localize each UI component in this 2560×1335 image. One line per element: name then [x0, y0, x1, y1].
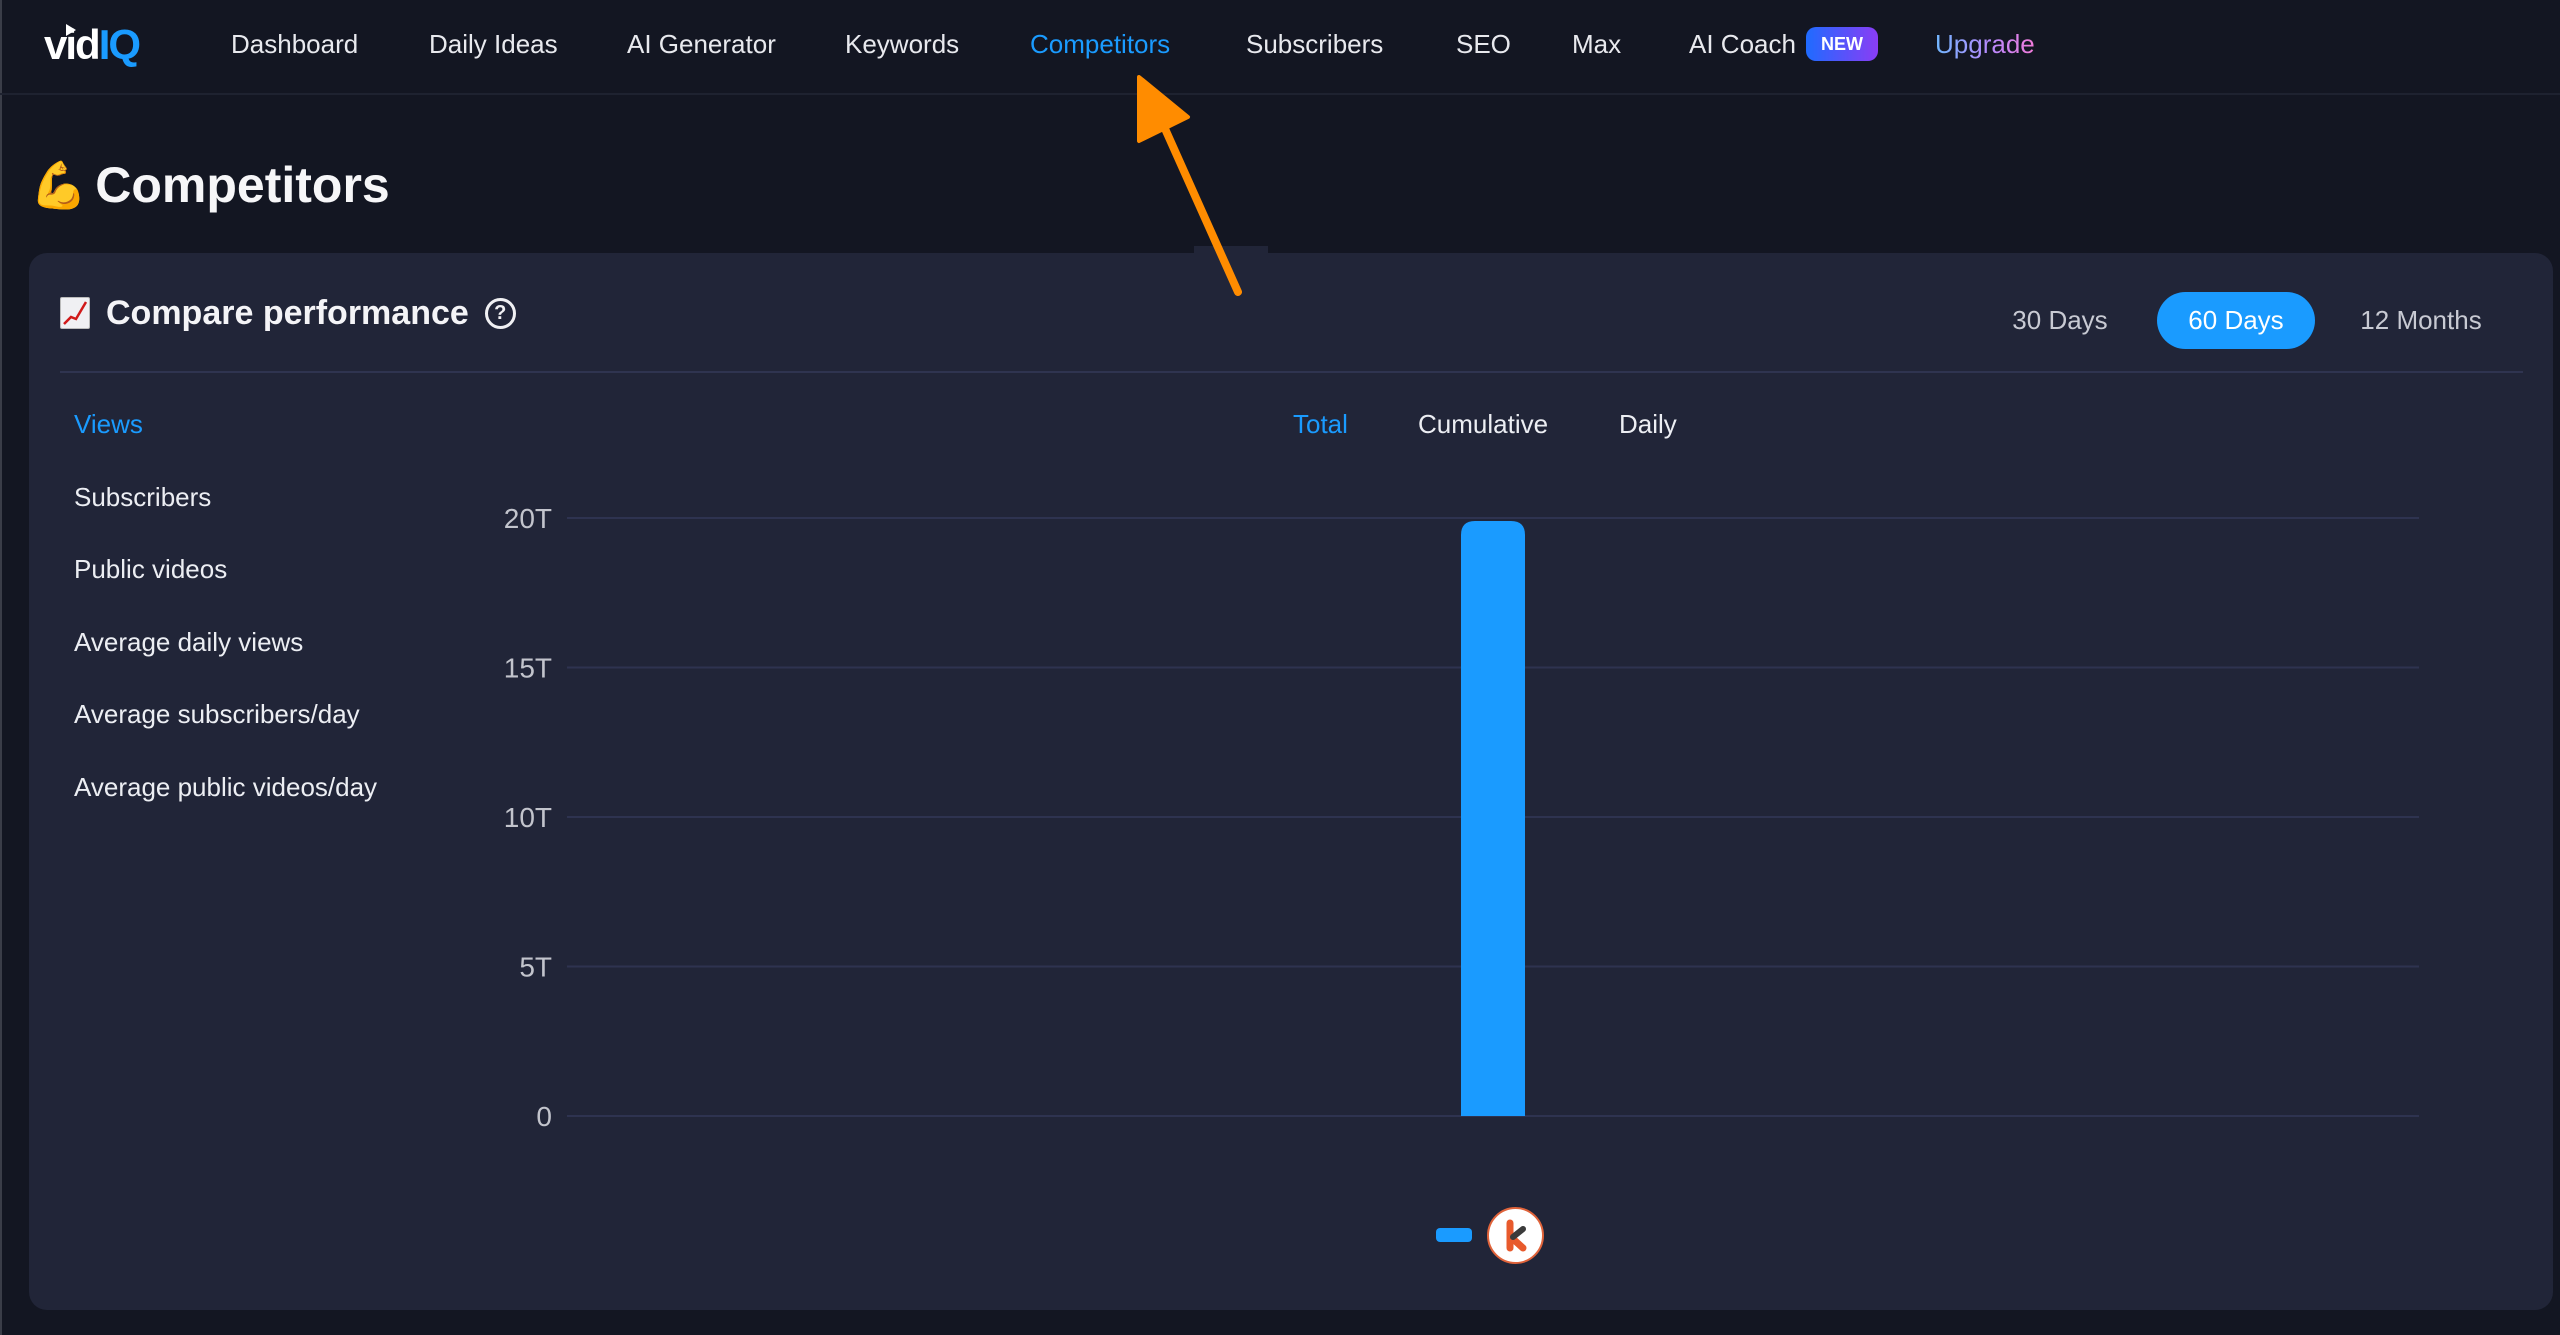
new-badge: NEW — [1806, 27, 1878, 61]
nav-keywords[interactable]: Keywords — [845, 26, 959, 62]
card-title: Compare performance — [106, 294, 469, 332]
vidiq-logo[interactable]: vid IQ — [44, 21, 141, 68]
compare-performance-card — [29, 253, 2553, 1310]
page-title: 💪 Competitors — [30, 150, 390, 220]
tab-total[interactable]: Total — [1293, 406, 1348, 442]
metric-average-public-videos-per-day[interactable]: Average public videos/day — [74, 769, 377, 805]
legend-swatch — [1436, 1228, 1472, 1242]
nav-subscribers[interactable]: Subscribers — [1246, 26, 1383, 62]
chart-increasing-icon — [60, 297, 90, 329]
nav-ai-generator[interactable]: AI Generator — [627, 26, 776, 62]
flexed-biceps-icon: 💪 — [30, 159, 88, 211]
period-30-days-button[interactable]: 30 Days — [1990, 292, 2130, 349]
window-edge — [0, 0, 2, 1335]
period-12-months-button[interactable]: 12 Months — [2338, 292, 2504, 349]
metric-average-daily-views[interactable]: Average daily views — [74, 624, 303, 660]
play-icon — [66, 24, 76, 36]
nav-upgrade[interactable]: Upgrade — [1935, 26, 2035, 62]
logo-text-iq: IQ — [98, 21, 141, 68]
nav-ai-coach[interactable]: AI Coach — [1689, 26, 1796, 62]
nav-seo[interactable]: SEO — [1456, 26, 1511, 62]
tab-daily[interactable]: Daily — [1619, 406, 1677, 442]
nav-dashboard[interactable]: Dashboard — [231, 26, 358, 62]
nav-max[interactable]: Max — [1572, 26, 1621, 62]
period-60-days-button[interactable]: 60 Days — [2157, 292, 2315, 349]
card-header-divider — [60, 371, 2523, 373]
metric-subscribers[interactable]: Subscribers — [74, 479, 211, 515]
k-logo-icon — [1506, 1219, 1527, 1252]
bar-k[interactable] — [1461, 520, 1525, 1116]
card-header: Compare performance ? — [60, 290, 516, 336]
metric-average-subscribers-per-day[interactable]: Average subscribers/day — [74, 696, 360, 732]
tab-cumulative[interactable]: Cumulative — [1418, 406, 1548, 442]
channel-avatar[interactable] — [1487, 1207, 1544, 1264]
nav-competitors[interactable]: Competitors — [1030, 26, 1170, 62]
top-navigation: vid IQ Dashboard Daily Ideas AI Generato… — [0, 0, 2560, 95]
page-title-text: Competitors — [95, 157, 390, 213]
metric-views[interactable]: Views — [74, 406, 143, 442]
help-icon[interactable]: ? — [484, 297, 516, 329]
nav-daily-ideas[interactable]: Daily Ideas — [429, 26, 558, 62]
metric-public-videos[interactable]: Public videos — [74, 551, 227, 587]
card-notch — [1194, 246, 1268, 376]
